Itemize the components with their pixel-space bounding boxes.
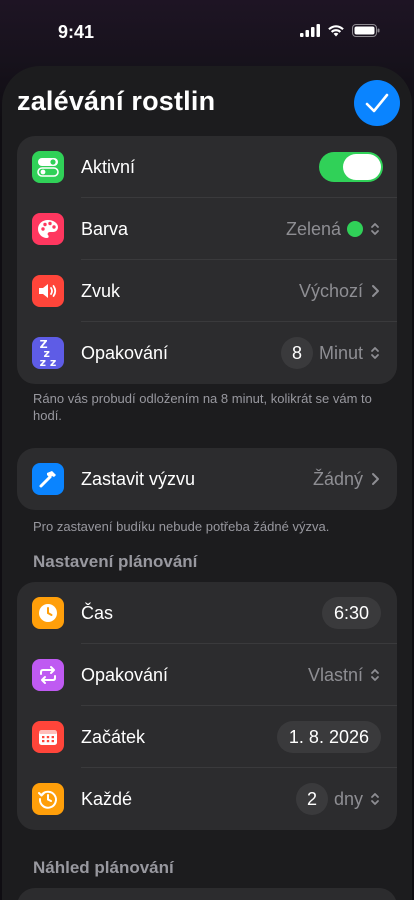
color-value[interactable]: Zelená bbox=[286, 219, 381, 240]
repeat-icon bbox=[32, 659, 64, 691]
stop-challenge-card: Zastavit výzvu Žádný bbox=[17, 448, 397, 510]
row-active[interactable]: Aktivní bbox=[17, 136, 397, 198]
snooze-repeat-label: Opakování bbox=[81, 342, 169, 363]
sound-value-text: Výchozí bbox=[298, 280, 363, 301]
sound-value[interactable]: Výchozí bbox=[299, 281, 381, 302]
section-title-scheduling: Nastavení plánování bbox=[33, 552, 198, 571]
row-time[interactable]: Čas 6:30 bbox=[17, 582, 397, 644]
snooze-icon: Z zz z bbox=[32, 337, 64, 369]
color-swatch bbox=[347, 221, 363, 237]
cellular-signal-icon bbox=[300, 24, 320, 37]
scheduling-card: Čas 6:30 Opakování Vlastní Začátek 1. 8.… bbox=[17, 582, 397, 830]
every-unit: dny bbox=[333, 788, 363, 809]
page-title: zalévání rostlin bbox=[17, 86, 216, 116]
row-snooze-repeat[interactable]: Z zz z Opakování 8 Minut bbox=[17, 322, 397, 384]
row-sound[interactable]: Zvuk Výchozí bbox=[17, 260, 397, 322]
preview-card bbox=[17, 888, 397, 900]
row-schedule-repeat[interactable]: Opakování Vlastní bbox=[17, 644, 397, 706]
settings-card: Aktivní Barva Zelená Zvuk Výchozí Z z z … bbox=[17, 136, 397, 384]
row-start[interactable]: Začátek 1. 8. 2026 bbox=[17, 706, 397, 768]
snooze-count[interactable]: 8 bbox=[280, 337, 313, 369]
start-label: Začátek bbox=[81, 726, 146, 747]
time-value[interactable]: 6:30 bbox=[321, 597, 381, 629]
battery-icon bbox=[352, 24, 380, 37]
snooze-footnote: Ráno vás probudí odložením na 8 minut, k… bbox=[33, 391, 372, 423]
chevron-right-icon bbox=[372, 285, 379, 297]
clock-icon bbox=[32, 597, 64, 629]
color-value-text: Zelená bbox=[285, 218, 341, 239]
palette-icon bbox=[32, 213, 64, 245]
time-pill[interactable]: 6:30 bbox=[321, 597, 381, 629]
toggle-icon bbox=[32, 151, 64, 183]
alarm-sheet: zalévání rostlin Aktivní Barva Zelená Zv… bbox=[2, 66, 412, 900]
stop-challenge-footnote: Pro zastavení budíku nebude potřeba žádn… bbox=[33, 519, 330, 534]
every-value[interactable]: 2 dny bbox=[295, 783, 381, 815]
every-label: Každé bbox=[81, 788, 133, 809]
speaker-icon bbox=[32, 275, 64, 307]
schedule-repeat-label: Opakování bbox=[81, 664, 169, 685]
chevron-up-down-icon bbox=[371, 793, 379, 805]
wifi-icon bbox=[328, 25, 344, 37]
hammer-icon bbox=[32, 463, 64, 495]
schedule-repeat-value[interactable]: Vlastní bbox=[308, 665, 381, 686]
snooze-repeat-value[interactable]: 8 Minut bbox=[280, 337, 381, 369]
active-toggle[interactable] bbox=[319, 152, 383, 182]
start-value[interactable]: 1. 8. 2026 bbox=[276, 721, 381, 753]
active-label: Aktivní bbox=[81, 156, 136, 177]
chevron-right-icon bbox=[372, 473, 379, 485]
row-color[interactable]: Barva Zelená bbox=[17, 198, 397, 260]
calendar-icon bbox=[32, 721, 64, 753]
chevron-up-down-icon bbox=[371, 223, 379, 235]
start-date-pill[interactable]: 1. 8. 2026 bbox=[276, 721, 381, 753]
row-every[interactable]: Každé 2 dny bbox=[17, 768, 397, 830]
history-clock-icon bbox=[32, 783, 64, 815]
time-label: Čas bbox=[81, 602, 114, 623]
sound-label: Zvuk bbox=[81, 280, 121, 301]
chevron-up-down-icon bbox=[371, 347, 379, 359]
schedule-repeat-value-text: Vlastní bbox=[307, 664, 363, 685]
toggle-knob bbox=[343, 154, 381, 180]
chevron-up-down-icon bbox=[371, 669, 379, 681]
row-stop-challenge[interactable]: Zastavit výzvu Žádný bbox=[17, 448, 397, 510]
status-bar: 9:41 bbox=[0, 0, 414, 64]
every-count[interactable]: 2 bbox=[295, 783, 328, 815]
checkmark-icon bbox=[365, 93, 389, 113]
status-time: 9:41 bbox=[58, 22, 95, 42]
section-title-preview: Náhled plánování bbox=[33, 858, 174, 877]
stop-challenge-value-text: Žádný bbox=[312, 468, 363, 489]
snooze-unit: Minut bbox=[318, 342, 363, 363]
stop-challenge-value[interactable]: Žádný bbox=[313, 469, 381, 490]
done-button[interactable] bbox=[354, 80, 400, 126]
stop-challenge-label: Zastavit výzvu bbox=[81, 468, 196, 489]
status-icons bbox=[300, 24, 380, 37]
color-label: Barva bbox=[81, 218, 129, 239]
